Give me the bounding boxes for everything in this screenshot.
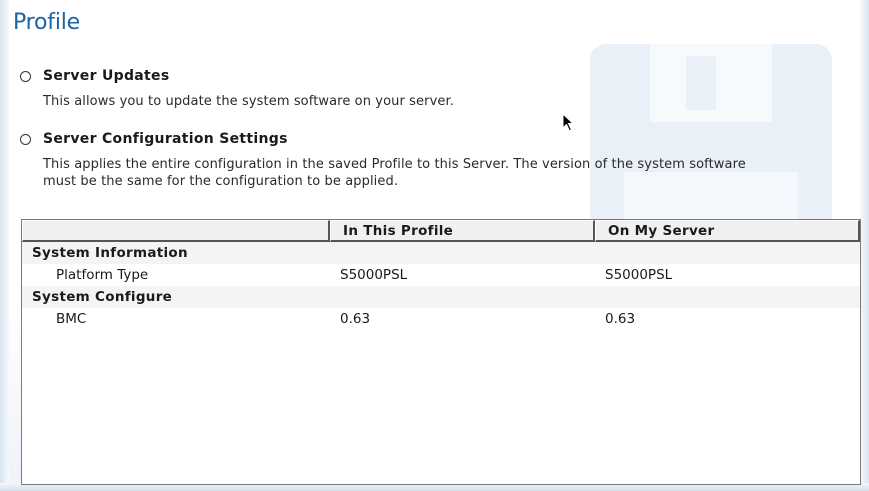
server-configuration-label[interactable]: Server Configuration Settings: [43, 131, 288, 147]
table-body: System Information Platform Type S5000PS…: [22, 242, 860, 330]
section-row-system-information: System Information: [22, 242, 860, 264]
profile-comparison-table: In This Profile On My Server System Info…: [21, 219, 861, 485]
server-configuration-option[interactable]: Server Configuration Settings This appli…: [20, 131, 860, 195]
server-updates-description: This allows you to update the system sof…: [43, 94, 454, 109]
column-header-on-my-server[interactable]: On My Server: [595, 220, 860, 242]
server-updates-label[interactable]: Server Updates: [43, 68, 169, 84]
section-name: System Configure: [32, 289, 173, 305]
radio-button-icon[interactable]: [20, 71, 31, 82]
profile-value: 0.63: [340, 311, 371, 327]
section-name: System Information: [32, 245, 188, 261]
table-row[interactable]: BMC 0.63 0.63: [22, 308, 860, 330]
server-configuration-description-line1: This applies the entire configuration in…: [43, 157, 746, 172]
profile-value: S5000PSL: [340, 267, 408, 283]
page-title: Profile: [13, 10, 81, 35]
mouse-pointer-icon: [562, 113, 575, 132]
server-configuration-description-line2: must be the same for the configuration t…: [43, 174, 399, 189]
column-header-in-this-profile[interactable]: In This Profile: [330, 220, 595, 242]
table-row[interactable]: Platform Type S5000PSL S5000PSL: [22, 264, 860, 286]
row-label: Platform Type: [56, 267, 149, 283]
panel-edge-right: [860, 0, 869, 491]
row-label: BMC: [56, 311, 87, 327]
server-value: 0.63: [605, 311, 636, 327]
server-updates-option[interactable]: Server Updates This allows you to update…: [20, 68, 860, 114]
table-header: In This Profile On My Server: [22, 220, 860, 242]
radio-button-icon[interactable]: [20, 134, 31, 145]
section-row-system-configure: System Configure: [22, 286, 860, 308]
server-value: S5000PSL: [605, 267, 673, 283]
panel-edge-left: [0, 0, 9, 491]
column-header-item[interactable]: [22, 220, 330, 242]
